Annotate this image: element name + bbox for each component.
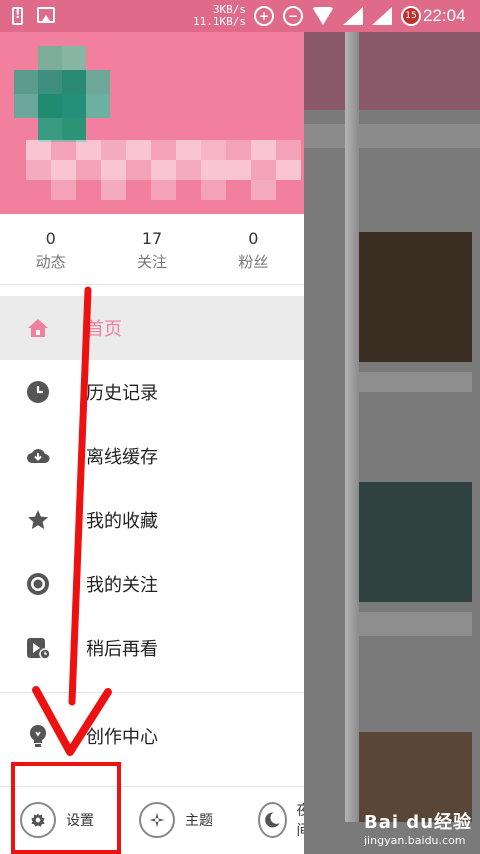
stat-label: 动态 <box>35 253 66 271</box>
background-caption <box>348 372 472 392</box>
background-thumbnail <box>348 232 472 362</box>
profile-header[interactable] <box>0 32 304 214</box>
theme-label: 主题 <box>185 813 213 829</box>
background-thumbnail <box>348 482 472 602</box>
profile-stats: 0 动态 17 关注 0 粉丝 <box>0 214 304 284</box>
image-notification-icon <box>37 7 55 23</box>
menu-item-label: 我的收藏 <box>86 511 158 532</box>
background-strip <box>300 124 480 148</box>
menu-item-watch-later[interactable]: 稍后再看 <box>0 616 304 680</box>
network-speed: 3KB/s 11.1KB/s <box>193 4 246 28</box>
stat-following[interactable]: 17 关注 <box>101 214 202 284</box>
stat-value: 0 <box>45 229 56 248</box>
stat-value: 17 <box>141 229 163 248</box>
speed-down: 11.1KB/s <box>193 15 246 28</box>
data-saver-icon: + <box>254 6 274 26</box>
lightbulb-icon <box>29 724 47 747</box>
menu-item-my-follows[interactable]: 我的关注 <box>0 552 304 616</box>
battery-alert-icon <box>12 7 23 25</box>
drawer-shadow <box>345 32 359 822</box>
night-mode-label: 夜间 <box>296 803 304 839</box>
stat-value: 0 <box>248 229 259 248</box>
menu-item-history[interactable]: 历史记录 <box>0 360 304 424</box>
stat-fans[interactable]: 0 粉丝 <box>203 214 304 284</box>
annotation-highlight-box <box>11 762 121 854</box>
signal-icon <box>343 7 363 25</box>
battery-level-icon: 15 <box>401 6 421 26</box>
clock: 22:04 <box>423 6 466 25</box>
watermark-brand: Bai du经验 <box>364 812 473 833</box>
menu-item-offline-cache[interactable]: 离线缓存 <box>0 424 304 488</box>
background-caption <box>348 612 472 636</box>
menu-item-label: 首页 <box>86 319 122 340</box>
menu-item-label: 我的关注 <box>86 575 158 596</box>
home-icon <box>28 319 48 337</box>
menu-item-creator-center[interactable]: 创作中心 <box>0 704 304 768</box>
divider <box>0 284 304 285</box>
star-icon <box>28 510 48 529</box>
username-blurred <box>26 140 304 200</box>
avatar[interactable] <box>14 46 110 142</box>
background-app <box>300 32 480 854</box>
menu-item-label: 离线缓存 <box>86 447 158 468</box>
drawer-menu: 首页 历史记录 离线缓存 我的收藏 我的关注 稍后再看 <box>0 296 304 680</box>
night-mode-button[interactable]: 夜间 <box>258 800 304 840</box>
theme-icon <box>139 802 175 838</box>
status-bar: 3KB/s 11.1KB/s + − 15 22:04 <box>0 0 480 32</box>
signal-2-icon <box>372 7 392 25</box>
stat-label: 粉丝 <box>238 253 269 271</box>
watermark: Bai du经验 jingyan.baidu.com <box>364 808 472 847</box>
menu-item-home[interactable]: 首页 <box>0 296 304 360</box>
menu-item-label: 稍后再看 <box>86 639 158 660</box>
wifi-icon <box>312 7 334 25</box>
menu-item-favorites[interactable]: 我的收藏 <box>0 488 304 552</box>
stat-label: 关注 <box>136 253 167 271</box>
clock-icon <box>27 381 49 403</box>
background-header <box>300 32 480 110</box>
menu-item-label: 历史记录 <box>86 383 158 404</box>
moon-icon <box>258 802 287 838</box>
watermark-url: jingyan.baidu.com <box>364 834 466 847</box>
menu-item-label: 创作中心 <box>86 727 158 748</box>
play-later-icon <box>27 638 50 660</box>
do-not-disturb-icon: − <box>283 6 303 26</box>
eye-icon <box>27 573 49 595</box>
theme-button[interactable]: 主题 <box>139 800 213 840</box>
divider <box>0 692 304 693</box>
stat-dynamics[interactable]: 0 动态 <box>0 214 101 284</box>
cloud-download-icon <box>27 449 50 463</box>
navigation-drawer: 0 动态 17 关注 0 粉丝 首页 历史记录 离线缓存 我的收藏 我的关注 稍… <box>0 32 304 854</box>
